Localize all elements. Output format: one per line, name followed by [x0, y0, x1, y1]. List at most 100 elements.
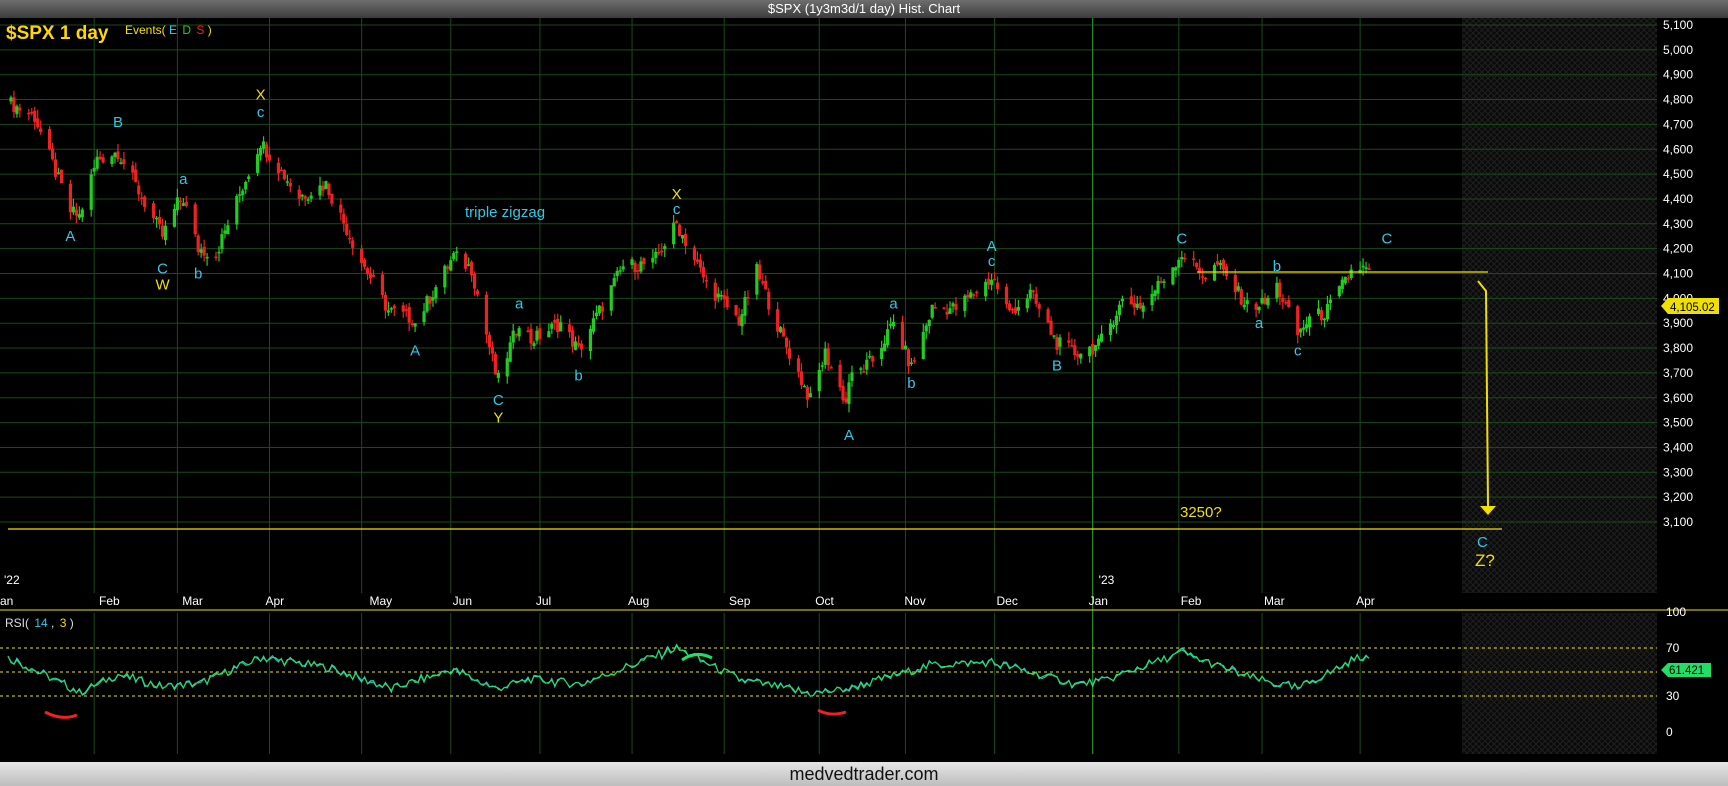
- candle-body: [927, 319, 931, 327]
- price-tick-label: 3,600: [1663, 391, 1693, 405]
- candle-body: [909, 362, 913, 364]
- candle-body: [1037, 304, 1041, 309]
- candle-body: [327, 183, 331, 196]
- candle-body: [859, 368, 863, 370]
- candle-body: [1308, 316, 1312, 328]
- candle-body: [1361, 265, 1365, 268]
- candle-body: [324, 181, 328, 189]
- candle-body: [663, 246, 667, 250]
- candle-body: [820, 365, 824, 367]
- price-tick-label: 4,700: [1663, 117, 1693, 131]
- candle-body: [12, 97, 16, 112]
- candle-body: [348, 237, 352, 240]
- candle-body: [196, 235, 200, 252]
- stock-chart[interactable]: $SPX 1 day Events( E D S ) ABCWabXcACYab…: [0, 18, 1728, 762]
- events-close: ): [208, 23, 212, 37]
- candle-body: [383, 294, 388, 311]
- candle-body: [27, 112, 31, 115]
- events-label: Events(: [125, 23, 166, 37]
- candle-body: [59, 169, 64, 184]
- rsi-last-value-label: 61.421: [1669, 665, 1704, 677]
- candle-body: [1284, 302, 1288, 304]
- candle-body: [764, 280, 768, 290]
- candle-body: [743, 297, 747, 316]
- last-price-label: 4,105.02: [1670, 302, 1715, 314]
- candle-body: [300, 194, 304, 197]
- candle-body: [413, 323, 417, 327]
- candle-body: [906, 349, 911, 367]
- candle-body: [621, 266, 625, 270]
- candle-body: [844, 398, 848, 403]
- events-s: S: [196, 23, 204, 37]
- candle-body: [345, 224, 349, 236]
- target-price-label: 3250?: [1180, 504, 1222, 521]
- candle-body: [1091, 343, 1095, 355]
- candle-body: [615, 270, 619, 276]
- date-tick-label: Apr: [265, 594, 284, 608]
- candle-body: [137, 185, 141, 195]
- wave-label: C: [1381, 231, 1392, 248]
- candle-body: [1171, 267, 1175, 285]
- wave-label: c: [988, 253, 996, 270]
- candle-body: [422, 311, 426, 323]
- candle-body: [903, 345, 908, 350]
- date-tick-label: Apr: [1356, 594, 1375, 608]
- candle-body: [368, 272, 373, 279]
- candle-body: [276, 162, 281, 174]
- candle-body: [152, 203, 156, 219]
- candle-body: [1114, 315, 1119, 326]
- candle-body: [725, 296, 729, 308]
- candle-body: [704, 280, 708, 282]
- candle-body: [36, 118, 40, 128]
- candle-body: [1129, 296, 1133, 305]
- candle-body: [172, 208, 177, 227]
- candle-body: [1260, 297, 1264, 304]
- wave-label: A: [844, 427, 854, 444]
- candle-body: [740, 314, 744, 327]
- price-tick-label: 5,100: [1663, 18, 1693, 32]
- candle-body: [951, 303, 955, 307]
- candle-body: [990, 279, 994, 285]
- candle-body: [261, 141, 266, 149]
- candle-body: [258, 148, 263, 156]
- candle-body: [1010, 308, 1015, 311]
- candle-body: [455, 251, 459, 254]
- year-tick-label: '22: [4, 573, 20, 587]
- candle-body: [18, 107, 22, 111]
- candle-body: [1245, 300, 1249, 305]
- candle-body: [526, 330, 530, 333]
- price-axis: 5,100 5,000 4,900 4,800 4,700 4,600 4,500 4,400…: [1663, 18, 1693, 529]
- wave-label: C: [493, 392, 504, 409]
- rsi-tick-label: 70: [1666, 641, 1680, 655]
- candle-body: [53, 159, 58, 177]
- candle-body: [987, 278, 991, 285]
- candle-body: [680, 235, 685, 239]
- candle-body: [157, 216, 162, 225]
- candle-body: [386, 310, 390, 313]
- date-tick-label: Mar: [182, 594, 203, 608]
- wave-label: b: [194, 265, 202, 282]
- candle-body: [330, 193, 334, 204]
- chart-symbol-title: $SPX 1 day: [6, 23, 109, 44]
- candle-body: [823, 348, 827, 365]
- candle-body: [1159, 281, 1163, 283]
- candle-body: [282, 170, 286, 180]
- candle-body: [883, 343, 887, 351]
- candle-body: [1049, 320, 1053, 335]
- candle-body: [178, 200, 182, 203]
- wave-label: W: [155, 277, 170, 294]
- candle-body: [597, 305, 601, 314]
- candle-body: [636, 270, 640, 272]
- candle-body: [193, 204, 197, 235]
- candle-body: [1349, 269, 1353, 279]
- candle-body: [15, 106, 19, 114]
- window-title: $SPX (1y3m3d/1 day) Hist. Chart: [767, 1, 961, 16]
- wave-label: X: [256, 87, 266, 104]
- candle-body: [1224, 266, 1228, 277]
- candle-body: [351, 240, 355, 248]
- candle-body: [838, 364, 842, 388]
- candle-body: [475, 290, 480, 295]
- wave-label: c: [257, 104, 265, 121]
- candle-body: [1233, 274, 1237, 293]
- candle-body: [654, 251, 658, 258]
